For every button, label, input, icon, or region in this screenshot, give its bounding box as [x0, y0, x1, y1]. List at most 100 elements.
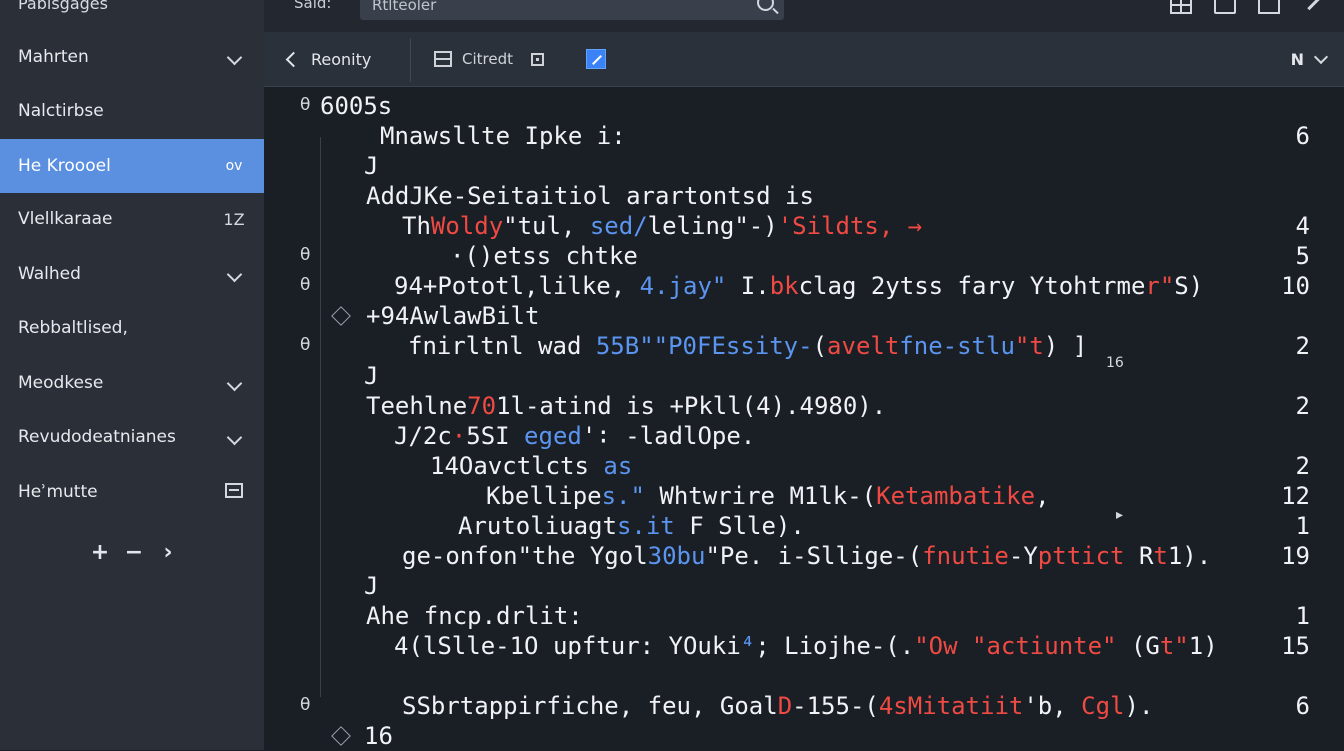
top-bar: Said:	[264, 0, 1344, 32]
edit-toggle-checkbox[interactable]	[586, 49, 606, 69]
sidebar-item-2[interactable]: Nalctirbse	[0, 84, 264, 138]
sidebar-item-label: Mahrten	[18, 47, 89, 67]
code-line[interactable]: +94AwlawBilt	[264, 301, 1344, 331]
back-button[interactable]: Reonity	[285, 32, 372, 86]
chevron-down-icon[interactable]	[222, 428, 246, 447]
fold-marker-icon[interactable]: θ	[300, 275, 310, 295]
code-line[interactable]: θ ·()etss chtke 5	[264, 241, 1344, 271]
printer-icon[interactable]	[1214, 0, 1236, 14]
code-text: 4(lSlle-1O upftur: YOuki⁴; Liojhe-(."Ow …	[394, 631, 1218, 661]
sidebar-item-1[interactable]: Mahrten	[0, 30, 264, 84]
code-line[interactable]: AddJKe-Seitaitiol arartontsd is	[264, 181, 1344, 211]
code-line[interactable]: J	[264, 361, 1344, 391]
sidebar-item-4[interactable]: Vlellkaraae 1Z	[0, 192, 264, 246]
sidebar-item-6[interactable]: Rebbaltlised,	[0, 301, 264, 355]
code-token: (G	[1116, 632, 1160, 660]
next-button[interactable]: ›	[158, 540, 178, 565]
document-button[interactable]: Citredt	[434, 32, 544, 86]
grid-icon[interactable]	[1170, 0, 1192, 14]
sidebar-item-8[interactable]: Revudodeatnianes	[0, 410, 264, 464]
window-icon[interactable]	[1258, 0, 1280, 14]
code-token: Whtwrire M1lk-(	[644, 482, 877, 510]
sidebar-item-3-active[interactable]: He Kroooel ov	[0, 139, 264, 193]
code-token: 94+Pototl,lilke,	[394, 272, 640, 300]
breakpoint-icon[interactable]	[331, 726, 351, 746]
code-token: 4.jay"	[639, 272, 727, 300]
code-line[interactable]: 16	[264, 721, 1344, 751]
square-icon[interactable]	[531, 52, 544, 66]
code-line[interactable]: J	[264, 571, 1344, 601]
sidebar-item-9[interactable]: Heʾmutte	[0, 465, 264, 519]
code-line[interactable]: 4(lSlle-1O upftur: YOuki⁴; Liojhe-(."Ow …	[264, 631, 1344, 661]
sidebar-item-label: Vlellkaraae	[18, 209, 113, 229]
code-token: s."	[601, 482, 645, 510]
code-line[interactable]: Teehlne701l-atind is +Pkll(4).4980). 2	[264, 391, 1344, 421]
panel-icon[interactable]	[222, 482, 246, 502]
code-line[interactable]: θ 6005s	[264, 91, 1344, 121]
sidebar-item-badge: ov	[225, 158, 243, 174]
code-token: ·()etss chtke	[450, 242, 638, 270]
sidebar-item-label: Heʾmutte	[18, 482, 98, 502]
code-line[interactable]	[264, 661, 1344, 691]
code-line[interactable]: J/2c·5SI eged'∶ -ladlOpe.	[264, 421, 1344, 451]
code-token: 55B""P0FEssity-	[595, 332, 813, 360]
sidebar-item-7[interactable]: Meodkese	[0, 356, 264, 410]
toolbar-icons	[1170, 0, 1324, 14]
pencil-icon[interactable]	[1302, 0, 1324, 14]
code-line[interactable]: θ fnirltnl wad 55B""P0FEssity-(aveltfne-s…	[264, 331, 1344, 361]
code-token: avelt	[827, 332, 900, 360]
fold-marker-icon[interactable]: θ	[300, 245, 310, 265]
chevron-down-icon[interactable]	[222, 374, 246, 393]
code-line[interactable]: ThWoldy"tul, sed/leling"-)'Sildts, → 4	[264, 211, 1344, 241]
line-count: 6	[1295, 692, 1310, 720]
search-icon[interactable]	[757, 0, 774, 11]
chevron-down-icon[interactable]	[222, 48, 246, 67]
code-token: Woldy	[430, 212, 504, 240]
code-token: it	[645, 512, 675, 540]
code-token: Kbellipe	[486, 482, 602, 510]
code-token: ,	[1035, 482, 1050, 510]
code-line[interactable]: Mnawsllte Ipke i: 6	[264, 121, 1344, 151]
fold-marker-icon[interactable]: θ	[300, 335, 310, 355]
code-note: 16	[1106, 355, 1124, 371]
code-token: eged	[524, 422, 582, 450]
code-token: -Y	[1008, 542, 1038, 570]
code-text: 6005s	[320, 91, 392, 121]
code-editor[interactable]: θ 6005s Mnawsllte Ipke i: 6 J AddJKe-Seitaiti…	[264, 87, 1344, 750]
code-token: 30bu	[647, 542, 706, 570]
code-text: fnirltnl wad 55B""P0FEssity-(aveltfne-st…	[408, 331, 1087, 361]
code-token: Mnawsllte Ipke i:	[380, 122, 626, 150]
code-text: SSbrtappirfiche, feu, GoalD-155-(4sMitat…	[402, 691, 1153, 721]
code-token: fne-stlu	[899, 332, 1015, 360]
code-line[interactable]: Ahe fncp.drlit: 1	[264, 601, 1344, 631]
sidebar-item-5[interactable]: Walhed	[0, 247, 264, 301]
sidebar-item-label: Walhed	[18, 264, 81, 284]
chevron-down-icon[interactable]	[222, 265, 246, 284]
line-count: 12	[1281, 482, 1310, 510]
cursor-marker-icon: ▸	[1116, 507, 1124, 523]
code-text: Arutoliuagts.it F Slle).	[458, 511, 805, 541]
code-line[interactable]: Kbellipes." Whtwrire M1lk-(Ketambatike, 1…	[264, 481, 1344, 511]
fold-marker-icon[interactable]: θ	[300, 695, 310, 715]
code-token: 1)	[1188, 632, 1218, 660]
remove-button[interactable]: −	[124, 540, 144, 565]
code-line[interactable]: ge-onfon"the Ygol30bu"Pe. i-Sllige-(fnut…	[264, 541, 1344, 571]
toolbar-right[interactable]: N	[1291, 32, 1329, 86]
code-line[interactable]: Arutoliuagts.it F Slle). 1	[264, 511, 1344, 541]
code-token: J	[364, 572, 379, 600]
add-button[interactable]: +	[90, 540, 110, 565]
code-line[interactable]: J	[264, 151, 1344, 181]
code-line[interactable]: θ SSbrtappirfiche, feu, GoalD-155-(4sMita…	[264, 691, 1344, 721]
code-token: pttict	[1037, 542, 1125, 570]
fold-marker-icon[interactable]: θ	[300, 95, 310, 115]
code-token: (	[812, 332, 828, 360]
code-line[interactable]: 14Oavctlcts as 2	[264, 451, 1344, 481]
breakpoint-icon[interactable]	[331, 306, 351, 326]
search-box[interactable]	[360, 0, 784, 20]
code-token: R	[1124, 542, 1154, 570]
code-line[interactable]: θ 94+Pototl,lilke, 4.jay" I.bkclag 2ytss …	[264, 271, 1344, 301]
code-token: Th	[402, 212, 431, 240]
code-text: ThWoldy"tul, sed/leling"-)'Sildts, →	[402, 211, 922, 241]
search-input[interactable]	[372, 0, 732, 18]
back-label: Reonity	[311, 49, 372, 69]
